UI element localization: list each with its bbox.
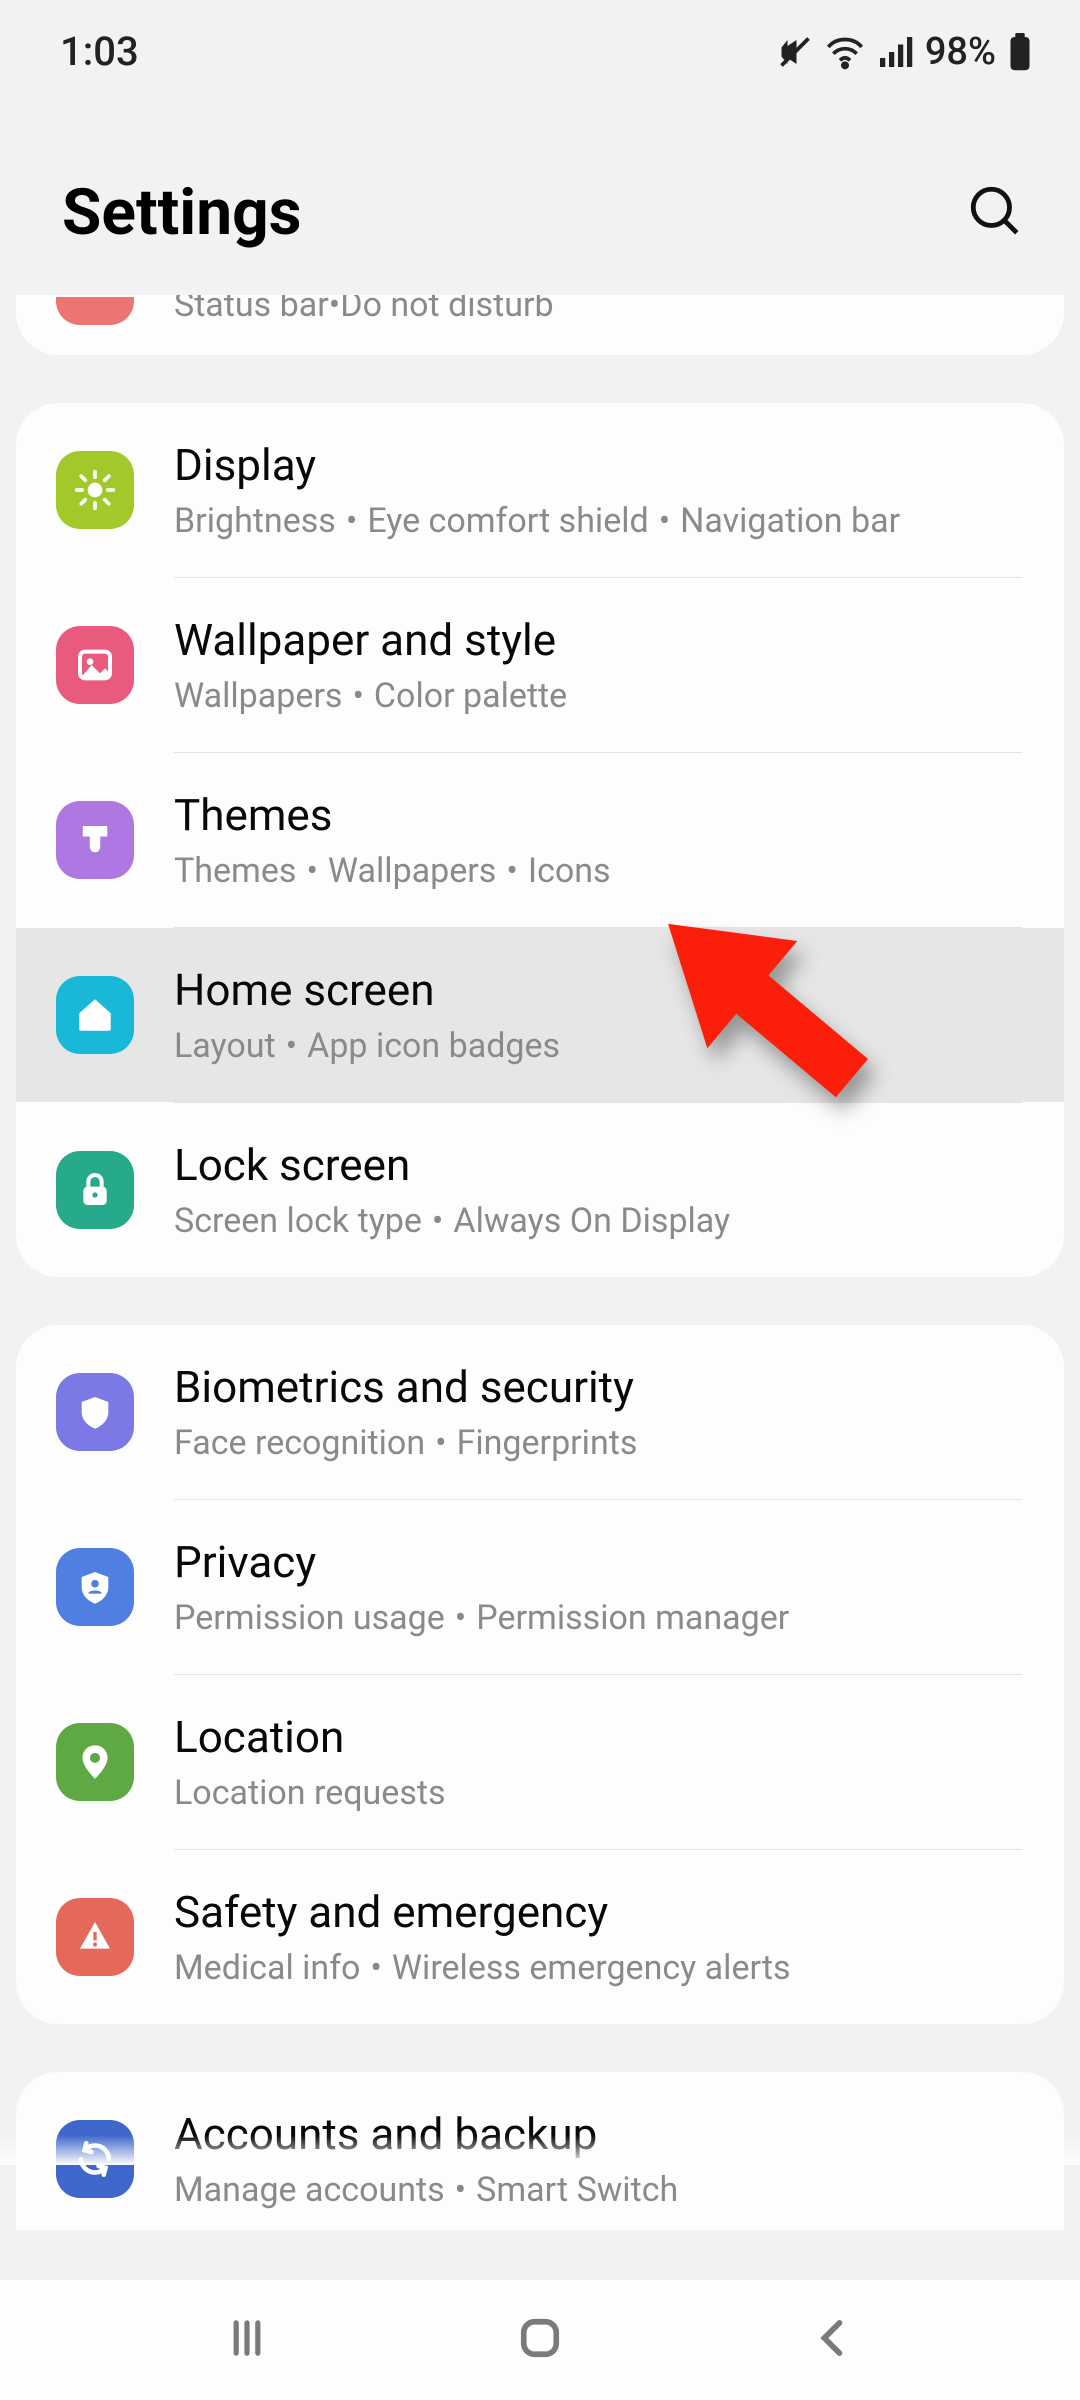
wifi-icon bbox=[825, 34, 865, 70]
settings-item-notifications[interactable]: Status bar•Do not disturb bbox=[16, 295, 1064, 355]
status-time: 1:03 bbox=[60, 28, 139, 75]
shield-icon bbox=[56, 1373, 134, 1451]
search-icon[interactable] bbox=[966, 182, 1024, 244]
settings-item-home-screen[interactable]: Home screen Layout•App icon badges bbox=[16, 928, 1064, 1102]
navigation-bar bbox=[0, 2280, 1080, 2400]
settings-item-lock-screen[interactable]: Lock screen Screen lock type•Always On D… bbox=[16, 1103, 1064, 1277]
item-subtitle: Face recognition•Fingerprints bbox=[174, 1423, 1024, 1463]
item-subtitle: Manage accounts•Smart Switch bbox=[174, 2170, 1024, 2210]
sun-icon bbox=[56, 451, 134, 529]
settings-item-location[interactable]: Location Location requests bbox=[16, 1675, 1064, 1849]
brush-icon bbox=[56, 801, 134, 879]
item-title: Accounts and backup bbox=[174, 2108, 1024, 2160]
item-title: Biometrics and security bbox=[174, 1361, 1024, 1413]
settings-item-privacy[interactable]: Privacy Permission usage•Permission mana… bbox=[16, 1500, 1064, 1674]
settings-item-biometrics[interactable]: Biometrics and security Face recognition… bbox=[16, 1325, 1064, 1499]
settings-group-display: Display Brightness•Eye comfort shield•Na… bbox=[16, 403, 1064, 1277]
notifications-icon bbox=[56, 297, 134, 325]
settings-list[interactable]: Status bar•Do not disturb Display Bright… bbox=[0, 295, 1080, 2285]
settings-item-safety[interactable]: Safety and emergency Medical info•Wirele… bbox=[16, 1850, 1064, 2024]
home-icon bbox=[56, 976, 134, 1054]
settings-item-wallpaper[interactable]: Wallpaper and style Wallpapers•Color pal… bbox=[16, 578, 1064, 752]
item-subtitle: Brightness•Eye comfort shield•Navigation… bbox=[174, 501, 1024, 541]
picture-icon bbox=[56, 626, 134, 704]
item-title: Themes bbox=[174, 789, 1024, 841]
item-title: Location bbox=[174, 1711, 1024, 1763]
lock-icon bbox=[56, 1151, 134, 1229]
item-title: Wallpaper and style bbox=[174, 614, 1024, 666]
item-subtitle: Themes•Wallpapers•Icons bbox=[174, 851, 1024, 891]
settings-item-accounts-backup[interactable]: Accounts and backup Manage accounts•Smar… bbox=[16, 2072, 1064, 2230]
settings-group-partial-top: Status bar•Do not disturb bbox=[16, 295, 1064, 355]
item-title: Safety and emergency bbox=[174, 1886, 1024, 1938]
item-subtitle: Permission usage•Permission manager bbox=[174, 1598, 1024, 1638]
status-bar: 1:03 98% bbox=[0, 0, 1080, 75]
alert-icon bbox=[56, 1898, 134, 1976]
signal-icon bbox=[877, 34, 913, 70]
item-title: Privacy bbox=[174, 1536, 1024, 1588]
status-icons: 98% bbox=[777, 30, 1032, 74]
battery-icon bbox=[1008, 33, 1032, 71]
header: Settings bbox=[0, 75, 1080, 295]
settings-item-themes[interactable]: Themes Themes•Wallpapers•Icons bbox=[16, 753, 1064, 927]
page-title: Settings bbox=[62, 175, 302, 250]
item-subtitle: Location requests bbox=[174, 1773, 1024, 1813]
vibrate-icon bbox=[777, 34, 813, 70]
item-title: Lock screen bbox=[174, 1139, 1024, 1191]
pin-icon bbox=[56, 1723, 134, 1801]
item-subtitle: Layout•App icon badges bbox=[174, 1026, 1024, 1066]
home-button[interactable] bbox=[514, 2312, 566, 2368]
back-button[interactable] bbox=[807, 2312, 859, 2368]
sync-icon bbox=[56, 2120, 134, 2198]
settings-item-display[interactable]: Display Brightness•Eye comfort shield•Na… bbox=[16, 403, 1064, 577]
settings-group-security: Biometrics and security Face recognition… bbox=[16, 1325, 1064, 2024]
item-title: Home screen bbox=[174, 964, 1024, 1016]
recents-button[interactable] bbox=[221, 2312, 273, 2368]
item-subtitle: Wallpapers•Color palette bbox=[174, 676, 1024, 716]
item-subtitle: Medical info•Wireless emergency alerts bbox=[174, 1948, 1024, 1988]
item-title: Display bbox=[174, 439, 1024, 491]
settings-group-accounts: Accounts and backup Manage accounts•Smar… bbox=[16, 2072, 1064, 2230]
shield-person-icon bbox=[56, 1548, 134, 1626]
item-subtitle: Status bar•Do not disturb bbox=[174, 295, 1024, 325]
item-subtitle: Screen lock type•Always On Display bbox=[174, 1201, 1024, 1241]
battery-percent: 98% bbox=[925, 30, 996, 74]
